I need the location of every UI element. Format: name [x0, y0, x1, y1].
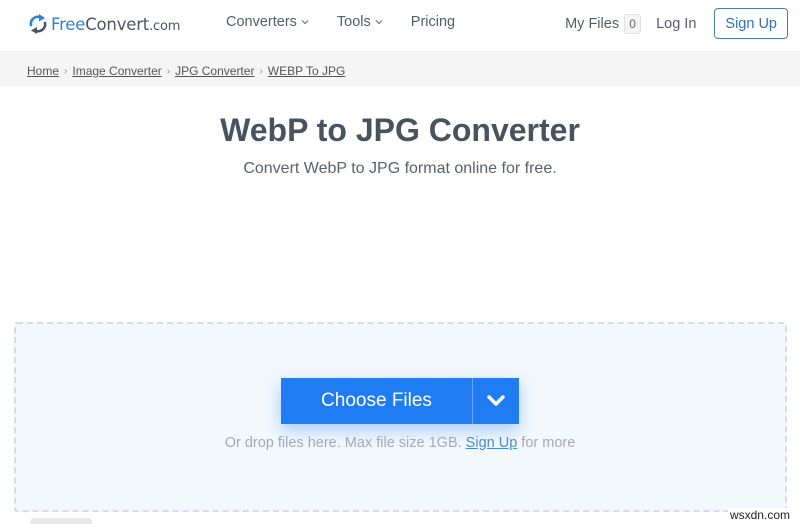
breadcrumb-image-converter[interactable]: Image Converter — [72, 64, 161, 78]
my-files-link[interactable]: My Files 0 — [565, 13, 642, 34]
breadcrumb-webp-to-jpg[interactable]: WEBP To JPG — [268, 64, 346, 78]
my-files-count-badge: 0 — [624, 13, 642, 34]
nav-converters[interactable]: Converters — [226, 14, 309, 30]
watermark: wsxdn.com — [727, 508, 792, 522]
site-header: FreeConvert.com Converters Tools Pricing… — [0, 0, 800, 52]
logo[interactable]: FreeConvert.com — [28, 13, 180, 35]
my-files-label: My Files — [565, 15, 620, 32]
page-subtitle: Convert WebP to JPG format online for fr… — [243, 160, 557, 177]
main-nav: Converters Tools Pricing — [226, 14, 483, 30]
page-title: WebP to JPG Converter — [220, 112, 580, 148]
chevron-right-icon: › — [64, 65, 68, 77]
chevron-right-icon: › — [166, 65, 171, 77]
nav-tools[interactable]: Tools — [337, 14, 383, 30]
choose-files-group: Choose Files — [281, 378, 519, 424]
chevron-down-icon — [301, 20, 309, 25]
chevron-right-icon: › — [259, 65, 263, 77]
drop-hint-suffix: for more — [517, 435, 576, 451]
nav-pricing-label: Pricing — [410, 14, 456, 30]
breadcrumb-jpg-converter[interactable]: JPG Converter — [175, 64, 254, 78]
signup-button[interactable]: Sign Up — [714, 8, 788, 39]
drop-hint-text: Or drop files here. Max file size 1GB. — [224, 435, 466, 451]
account-nav: My Files 0 Log In Sign Up — [565, 8, 788, 39]
login-link[interactable]: Log In — [656, 16, 696, 32]
upload-source-dropdown-button[interactable] — [473, 378, 519, 424]
chevron-down-icon — [487, 395, 505, 406]
breadcrumb-bar: Home › Image Converter › JPG Converter ›… — [0, 53, 800, 86]
choose-files-button[interactable]: Choose Files — [281, 378, 472, 424]
nav-pricing[interactable]: Pricing — [411, 14, 455, 30]
breadcrumb-home[interactable]: Home — [27, 64, 59, 78]
logo-text-convert: Convert — [85, 14, 150, 34]
breadcrumb: Home › Image Converter › JPG Converter ›… — [27, 64, 345, 78]
drop-signup-link[interactable]: Sign Up — [466, 435, 518, 451]
partial-element — [30, 518, 92, 524]
sync-arrows-icon — [29, 14, 47, 34]
drop-hint: Or drop files here. Max file size 1GB. S… — [0, 435, 800, 451]
chevron-down-icon — [375, 20, 383, 25]
logo-text-com: .com — [149, 18, 181, 34]
logo-text-free: Free — [51, 14, 86, 34]
nav-converters-label: Converters — [226, 14, 297, 30]
logo-text: FreeConvert.com — [51, 15, 180, 34]
nav-tools-label: Tools — [336, 14, 371, 30]
